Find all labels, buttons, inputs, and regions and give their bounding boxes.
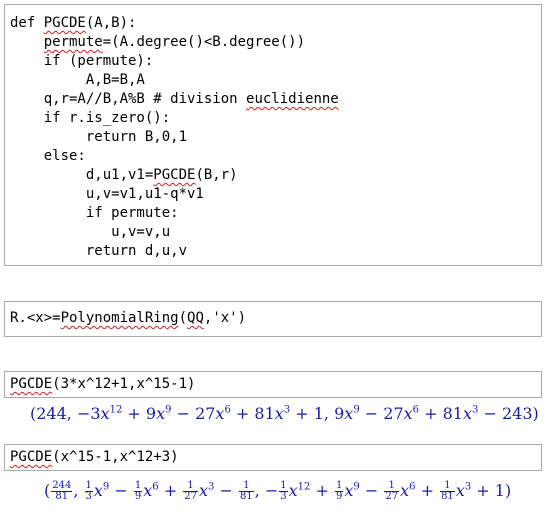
code-line: if (permute): bbox=[10, 53, 154, 69]
code-line: if permute: bbox=[10, 205, 179, 221]
spellcheck-word: PGCDE bbox=[10, 449, 53, 465]
code-line: return B,0,1 bbox=[10, 129, 188, 145]
output-pgcde-call-1: (244, −3x12 + 9x9 − 27x6 + 81x3 + 1, 9x9… bbox=[30, 404, 539, 423]
code-line: if r.is_zero(): bbox=[10, 110, 171, 126]
code-line: u,v=v1,u1-q*v1 bbox=[10, 186, 204, 202]
spellcheck-word: PolynomialRing bbox=[60, 310, 179, 326]
code-editor-3[interactable]: PGCDE(3*x^12+1,x^15-1) bbox=[10, 375, 195, 394]
code-editor-1[interactable]: def PGCDE(A,B): permute=(A.degree()<B.de… bbox=[10, 14, 339, 261]
code-cell-polynomial-ring[interactable]: R.<x>=PolynomialRing(QQ,'x') bbox=[4, 301, 542, 337]
code-cell-pgcde-call-1[interactable]: PGCDE(3*x^12+1,x^15-1) bbox=[4, 371, 542, 398]
code-editor-2[interactable]: R.<x>=PolynomialRing(QQ,'x') bbox=[10, 309, 246, 328]
spellcheck-word: permute bbox=[43, 34, 103, 50]
code-line: return d,u,v bbox=[10, 243, 188, 259]
code-line: permute=(A.degree()<B.degree()) bbox=[43, 34, 306, 50]
code-line: u,v=v,u bbox=[10, 224, 171, 240]
spellcheck-word: PGCDE bbox=[10, 376, 53, 392]
code-cell-pgcde-definition[interactable]: def PGCDE(A,B): permute=(A.degree()<B.de… bbox=[4, 4, 542, 266]
output-pgcde-call-2: (244 81, 1 3 x9 − 1 9 x6 + 1 27 x3 − 1 81, −1 3 x1… bbox=[44, 480, 512, 502]
spellcheck-word: PGCDE bbox=[153, 167, 196, 183]
spellcheck-word: euclidienne bbox=[246, 91, 339, 107]
spellcheck-word: QQ bbox=[187, 310, 204, 326]
code-line: def PGCDE(A,B): bbox=[10, 15, 137, 31]
code-line: d,u1,v1=PGCDE(B,r) bbox=[10, 167, 238, 183]
code-editor-4[interactable]: PGCDE(x^15-1,x^12+3) bbox=[10, 448, 179, 467]
code-cell-pgcde-call-2[interactable]: PGCDE(x^15-1,x^12+3) bbox=[4, 444, 542, 471]
code-line: A,B=B,A bbox=[10, 72, 145, 88]
code-line: else: bbox=[10, 148, 86, 164]
spellcheck-word: PGCDE bbox=[43, 15, 86, 31]
code-line: q,r=A//B,A%B # division euclidienne bbox=[10, 91, 339, 107]
